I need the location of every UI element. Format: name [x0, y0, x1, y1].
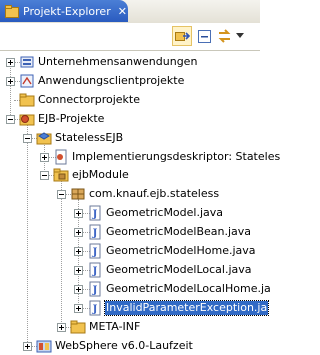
connector-folder-icon	[19, 93, 35, 107]
link-with-editor-icon	[174, 31, 190, 41]
svg-text:J: J	[92, 285, 98, 296]
websphere-runtime-icon	[36, 340, 52, 352]
view-toolbar	[0, 23, 260, 51]
tree-item-label: GeometricModelLocalHome.ja	[106, 281, 271, 295]
java-file-icon: J	[89, 300, 101, 316]
folder-icon	[70, 320, 86, 334]
collapse-icon[interactable]	[40, 171, 49, 181]
collapse-icon[interactable]	[6, 114, 15, 124]
collapse-all-button[interactable]	[195, 27, 213, 45]
svg-text:J: J	[92, 228, 98, 239]
tree-item[interactable]: J GeometricModelLocalHome.ja	[0, 280, 271, 298]
java-file-icon: J	[89, 243, 101, 259]
tree-item-label: GeometricModelHome.java	[106, 244, 256, 257]
collapse-icon[interactable]	[23, 133, 32, 143]
tree-item[interactable]: J GeometricModel.java	[0, 204, 260, 222]
view-title: Projekt-Explorer	[23, 4, 111, 18]
tree-item[interactable]: Unternehmensanwendungen	[0, 53, 260, 71]
ejb-projects-icon	[19, 114, 35, 126]
project-explorer-tab[interactable]: Projekt-Explorer ✕	[0, 0, 128, 22]
tree-item-label: EJB-Projekte	[38, 111, 105, 125]
expand-icon[interactable]	[74, 265, 83, 275]
tree-item-label: GeometricModelLocal.java	[106, 262, 252, 276]
svg-text:J: J	[92, 304, 98, 315]
java-file-icon: J	[89, 262, 101, 278]
tree-item[interactable]: StatelessEJB	[0, 129, 260, 147]
tree-item-label: InvalidParameterException.ja	[103, 299, 270, 316]
expand-icon[interactable]	[6, 76, 15, 86]
tree-item-label: com.knauf.ejb.stateless	[89, 187, 220, 201]
ejb-project-icon	[36, 132, 52, 145]
tree-item[interactable]: Anwendungsclientprojekte	[0, 72, 260, 90]
tree-item[interactable]: J GeometricModelBean.java	[0, 223, 260, 241]
tree-item[interactable]: com.knauf.ejb.stateless	[0, 185, 260, 203]
java-file-icon: J	[89, 281, 101, 297]
link-with-editor-button[interactable]	[172, 26, 192, 46]
tree-item-label: GeometricModelBean.java	[106, 225, 252, 239]
tree-item[interactable]: META-INF	[0, 318, 260, 336]
svg-text:J: J	[92, 266, 98, 277]
expand-icon[interactable]	[74, 228, 83, 238]
tree-item[interactable]: ejbModule	[0, 166, 260, 184]
tree-item-label: WebSphere v6.0-Laufzeit	[55, 338, 193, 352]
expand-icon[interactable]	[74, 247, 83, 256]
tree-item[interactable]: EJB-Projekte	[0, 110, 260, 128]
tree-item-label: GeometricModel.java	[106, 206, 224, 220]
svg-text:J: J	[92, 247, 98, 258]
expand-icon[interactable]	[74, 303, 83, 313]
deployment-descriptor-icon	[55, 149, 67, 164]
tree-item[interactable]: Connectorprojekte	[0, 91, 260, 109]
tree-item[interactable]: J InvalidParameterException.ja	[0, 299, 270, 317]
expand-icon[interactable]	[74, 209, 83, 219]
expand-icon[interactable]	[6, 58, 15, 67]
expand-icon[interactable]	[74, 284, 83, 294]
view-menu-chevron-icon	[236, 33, 244, 38]
view-title-bar: Projekt-Explorer ✕	[0, 0, 260, 24]
project-explorer-icon	[5, 4, 19, 18]
tree-item-label: Anwendungsclientprojekte	[38, 73, 185, 87]
enterprise-app-icon	[20, 56, 34, 68]
collapse-icon[interactable]	[57, 190, 66, 200]
sync-icon	[218, 29, 230, 43]
collapse-all-icon	[197, 29, 211, 43]
package-icon	[71, 188, 85, 200]
tree-item[interactable]: Implementierungsdeskriptor: Stateles	[0, 148, 280, 166]
java-file-icon: J	[89, 224, 101, 240]
sync-button[interactable]	[215, 27, 233, 45]
app-client-icon	[20, 74, 34, 88]
tree-item-label: Connectorprojekte	[38, 92, 141, 106]
tree-item-label: ejbModule	[72, 168, 129, 182]
source-folder-icon	[53, 168, 69, 182]
tree-item[interactable]: J GeometricModelHome.java	[0, 242, 260, 260]
tree-item-label: META-INF	[89, 319, 141, 333]
tree-item-label: StatelessEJB	[55, 130, 124, 144]
tree-item[interactable]: J GeometricModelLocal.java	[0, 261, 260, 279]
close-icon[interactable]: ✕	[118, 5, 127, 18]
java-file-icon: J	[89, 205, 101, 221]
svg-text:J: J	[92, 209, 98, 220]
expand-icon[interactable]	[57, 322, 66, 332]
expand-icon[interactable]	[23, 341, 32, 351]
tree-item[interactable]: WebSphere v6.0-Laufzeit	[0, 337, 260, 355]
expand-icon[interactable]	[40, 152, 49, 162]
tree-item-label: Unternehmensanwendungen	[38, 55, 198, 68]
tree-item-label: Implementierungsdeskriptor: Stateles	[72, 149, 281, 163]
view-menu-button[interactable]	[235, 27, 245, 45]
